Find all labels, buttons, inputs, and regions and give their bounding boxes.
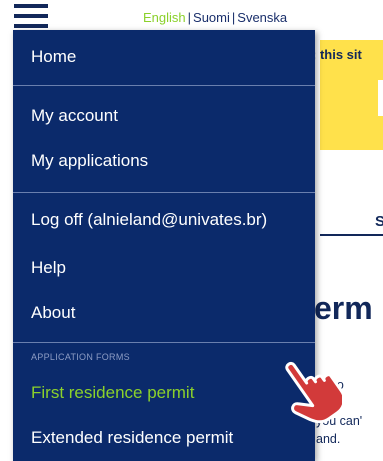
menu-item-extended-residence-permit[interactable]: Extended residence permit	[31, 428, 233, 448]
menu-item-about[interactable]: About	[31, 303, 75, 323]
hand-pointer-icon	[285, 361, 342, 424]
language-svenska[interactable]: Svenska	[237, 10, 287, 25]
menu-divider	[13, 192, 315, 193]
language-separator: |	[231, 10, 236, 25]
page-heading: erm	[314, 290, 373, 326]
hamburger-icon[interactable]	[14, 2, 48, 32]
language-separator: |	[187, 10, 192, 25]
menu-item-home[interactable]: Home	[31, 47, 76, 67]
navigation-menu: Home My account My applications Log off …	[13, 30, 315, 461]
menu-item-help[interactable]: Help	[31, 258, 66, 278]
menu-divider	[13, 342, 315, 343]
menu-item-my-account[interactable]: My account	[31, 106, 118, 126]
menu-item-first-residence-permit[interactable]: First residence permit	[31, 383, 194, 403]
notice-banner: ; this sit	[312, 40, 383, 150]
tab-underline	[320, 234, 383, 236]
page-tab[interactable]: S	[375, 213, 383, 230]
notice-button[interactable]	[378, 80, 383, 116]
menu-item-my-applications[interactable]: My applications	[31, 151, 148, 171]
language-suomi[interactable]: Suomi	[193, 10, 230, 25]
menu-divider	[13, 85, 315, 86]
language-english[interactable]: English	[143, 10, 186, 25]
section-label-application-forms: APPLICATION FORMS	[31, 352, 130, 362]
notice-text: ; this sit	[312, 47, 362, 62]
menu-item-log-off[interactable]: Log off (alnieland@univates.br)	[31, 210, 267, 230]
language-switcher: English | Suomi | Svenska	[143, 10, 287, 25]
